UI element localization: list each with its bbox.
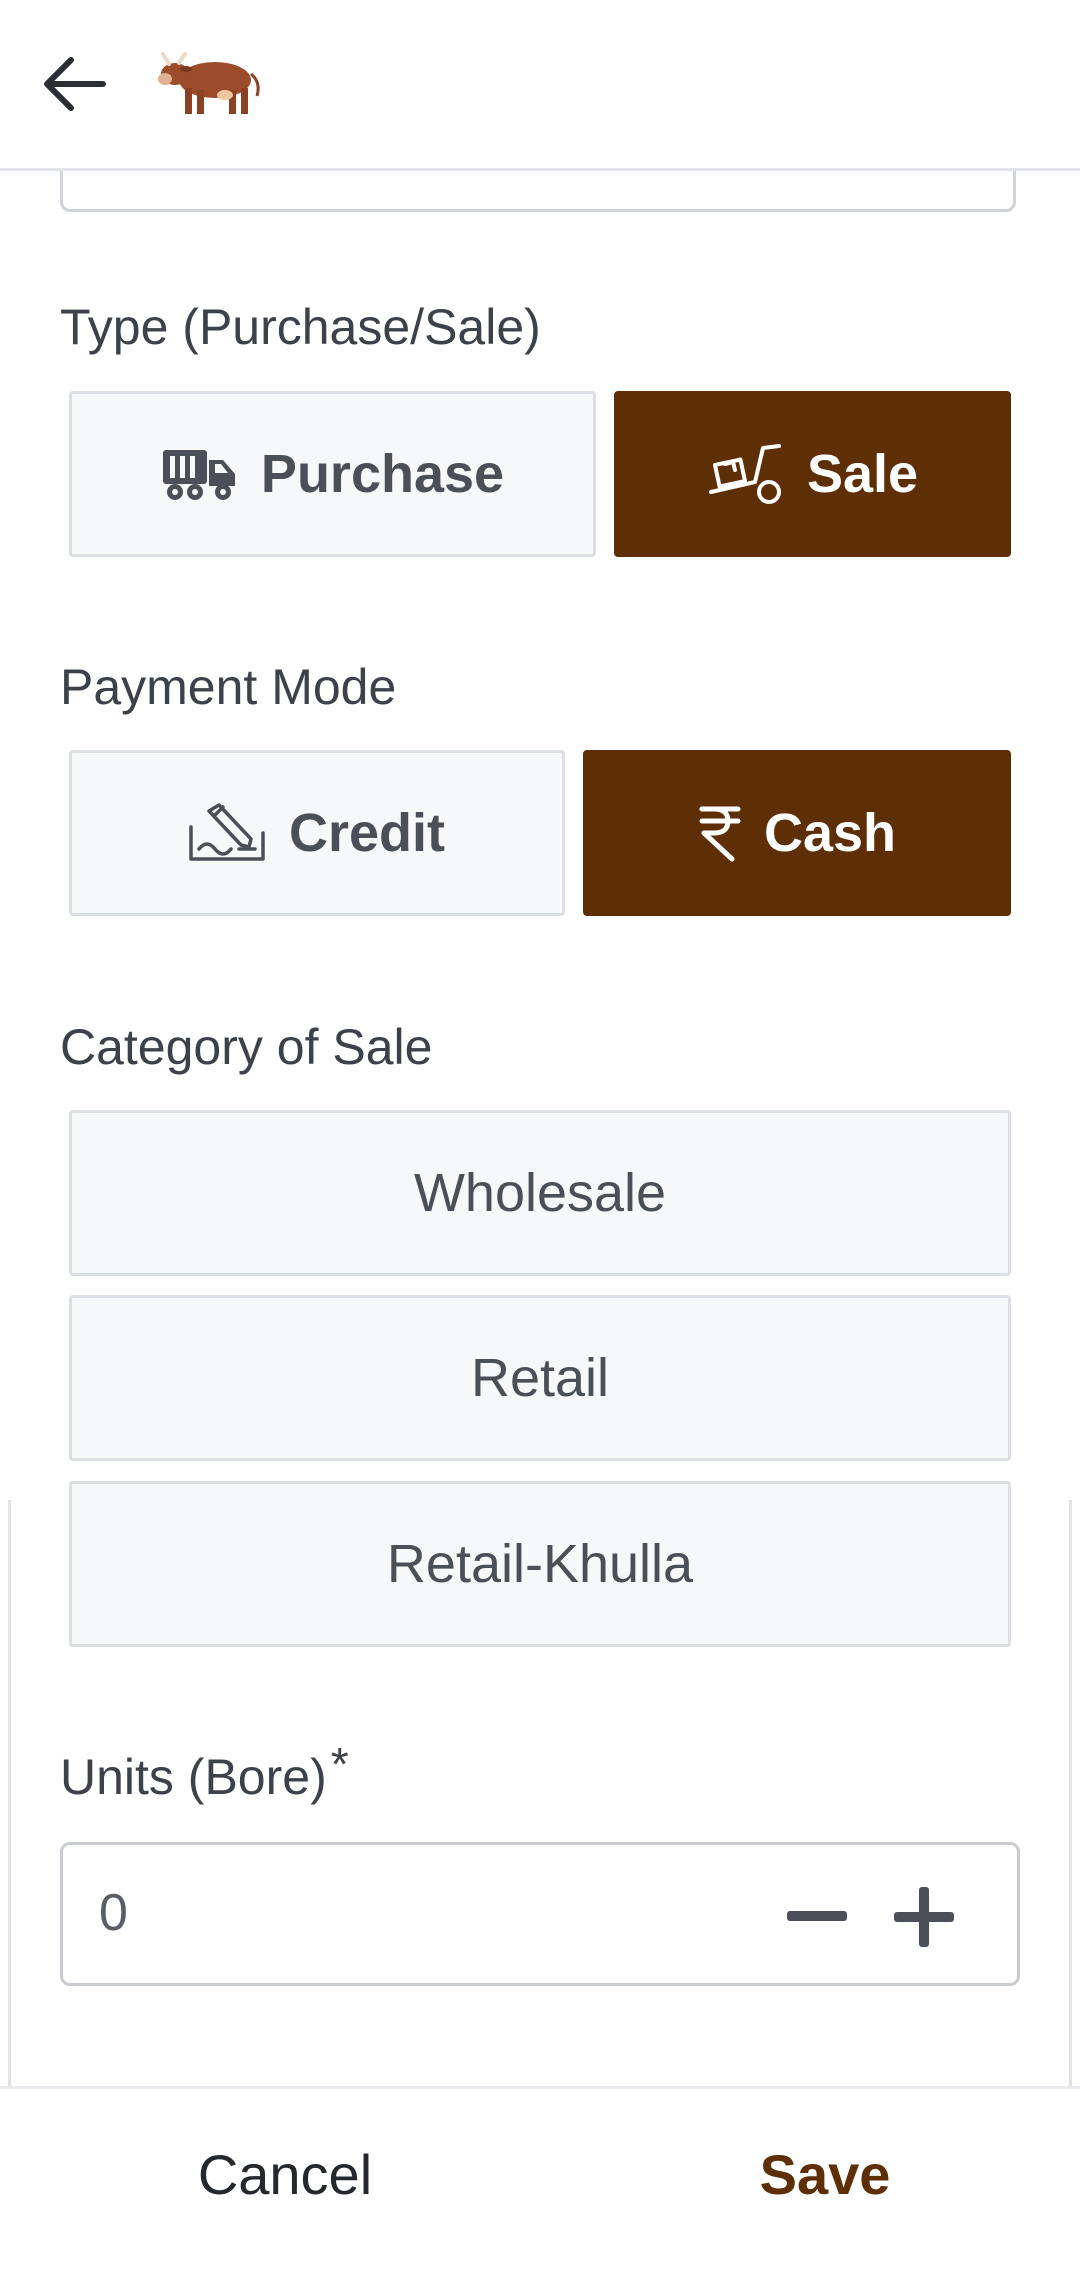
- app-header: [0, 0, 1080, 171]
- units-input[interactable]: 0: [99, 1883, 128, 1943]
- retail-khulla-option[interactable]: Retail-Khulla: [69, 1481, 1011, 1647]
- units-quantity-stepper[interactable]: 0: [60, 1842, 1020, 1986]
- units-section-label: Units (Bore)*: [60, 1738, 349, 1806]
- increment-button[interactable]: [888, 1881, 960, 1953]
- retail-khulla-option-label: Retail-Khulla: [386, 1534, 694, 1594]
- form-content: Type (Purchase/Sale) Purchase Sale Payme…: [0, 168, 1080, 2086]
- cow-logo-icon: [155, 48, 265, 118]
- hand-truck-icon: [708, 444, 781, 504]
- delivery-truck-icon: [162, 450, 235, 500]
- purchase-option-label: Purchase: [260, 444, 505, 504]
- retail-option-label: Retail: [470, 1348, 610, 1408]
- decrement-button[interactable]: [781, 1881, 853, 1953]
- left-edge-line: [8, 1500, 11, 2170]
- save-button[interactable]: Save: [570, 2089, 1080, 2259]
- category-section-label: Category of Sale: [60, 1019, 433, 1075]
- rupee-icon: [699, 806, 741, 862]
- wholesale-option-label: Wholesale: [413, 1163, 667, 1223]
- minus-icon: [787, 1911, 847, 1921]
- signature-icon: [189, 803, 265, 861]
- retail-option[interactable]: Retail: [69, 1295, 1011, 1461]
- required-mark: *: [330, 1738, 349, 1790]
- cash-option-label: Cash: [763, 803, 897, 863]
- credit-option-label: Credit: [288, 803, 445, 863]
- plus-icon: [894, 1887, 954, 1947]
- payment-section-label: Payment Mode: [60, 659, 397, 715]
- type-section-label: Type (Purchase/Sale): [60, 299, 541, 355]
- wholesale-option[interactable]: Wholesale: [69, 1110, 1011, 1276]
- previous-input-field[interactable]: [60, 168, 1016, 212]
- back-button[interactable]: [34, 44, 114, 124]
- sale-option[interactable]: Sale: [614, 391, 1011, 557]
- cancel-button[interactable]: Cancel: [0, 2089, 570, 2259]
- cash-option[interactable]: Cash: [583, 750, 1011, 916]
- right-edge-line: [1069, 1500, 1072, 2170]
- sale-option-label: Sale: [806, 444, 919, 504]
- units-label-text: Units (Bore): [60, 1749, 327, 1805]
- arrow-left-icon: [44, 57, 106, 111]
- purchase-option[interactable]: Purchase: [69, 391, 596, 557]
- form-footer: Cancel Save: [0, 2086, 1080, 2270]
- credit-option[interactable]: Credit: [69, 750, 565, 916]
